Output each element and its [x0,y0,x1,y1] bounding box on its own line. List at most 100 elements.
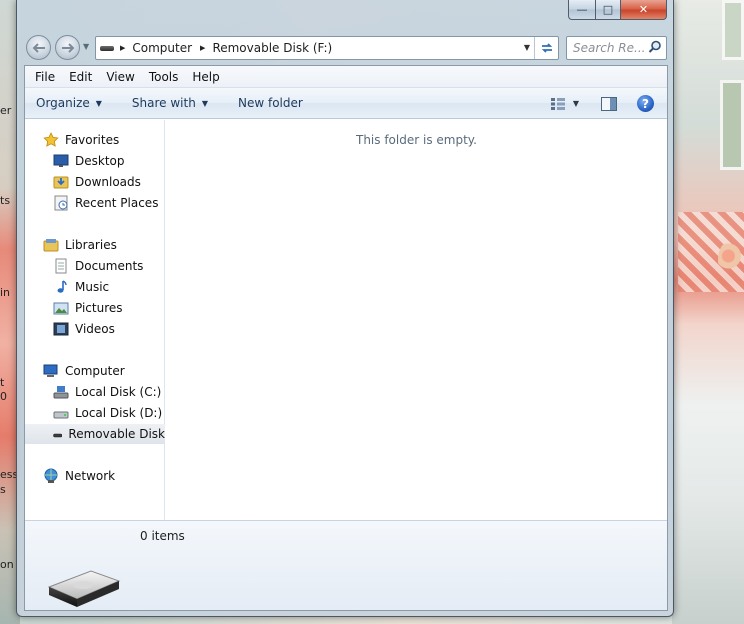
nav-item-label: Pictures [75,301,123,315]
desktop-icon-label-fragment: er [0,104,12,117]
explorer-body: Favorites Desktop Downloads Recent Place… [25,120,667,520]
nav-item-videos[interactable]: Videos [53,319,115,339]
arrow-left-icon [32,42,45,53]
desktop-icon-label-fragment: on [0,558,14,571]
nav-item-label: Music [75,280,110,294]
maximize-button[interactable]: □ [595,0,621,20]
downloads-folder-icon [53,176,69,189]
desktop-icon-label-fragment: s [0,483,6,496]
chevron-down-icon: ▼ [95,98,102,108]
nav-network-label: Network [65,469,116,483]
desktop-icon [53,154,69,167]
removable-drive-icon [53,433,63,438]
removable-drive-icon [47,570,121,607]
menu-view[interactable]: View [99,70,141,84]
desktop-icon-label-fragment: ts [0,194,11,207]
nav-item-label: Documents [75,259,144,273]
removable-drive-icon [100,45,114,51]
wall-picture [720,80,744,170]
views-icon[interactable] [550,97,565,110]
documents-icon [55,258,67,274]
videos-icon [53,322,69,336]
system-drive-icon [53,386,69,399]
nav-item-label: Desktop [75,154,125,168]
nav-item-desktop[interactable]: Desktop [53,151,125,171]
search-input[interactable]: Search Re... [566,36,667,60]
desktop-icon-label-fragment: t [0,376,5,389]
refresh-icon [541,43,552,53]
nav-item-recent-places[interactable]: Recent Places [53,193,158,213]
help-icon[interactable]: ? [637,95,654,112]
share-with-button[interactable]: Share with ▼ [132,96,208,110]
nav-item-local-disk-c[interactable]: Local Disk (C:) [53,382,161,402]
nav-item-downloads[interactable]: Downloads [53,172,141,192]
command-bar-right: ▼ ? [550,88,667,119]
nav-libraries-label: Libraries [65,238,117,252]
nav-item-label: Videos [75,322,115,336]
empty-folder-message: This folder is empty. [356,133,477,147]
close-icon: ✕ [638,3,649,16]
organize-button[interactable]: Organize ▼ [36,96,102,110]
explorer-client-area: File Edit View Tools Help Organize ▼ Shar… [24,65,668,611]
refresh-button[interactable] [534,37,558,59]
address-bar[interactable]: ▶ Computer ▶ Removable Disk (F:) ▼ [95,36,559,60]
new-folder-button[interactable]: New folder [238,96,303,110]
menu-edit[interactable]: Edit [62,70,99,84]
wall-picture [722,0,744,60]
recent-pages-dropdown[interactable]: ▼ [83,42,89,51]
search-placeholder: Search Re... [573,41,646,55]
file-list[interactable]: This folder is empty. [166,120,667,520]
breadcrumb-separator-icon[interactable]: ▶ [120,44,125,52]
caption-buttons: — □ ✕ [568,0,667,20]
desktop-icon-label-fragment: 0 [0,390,7,403]
share-with-label: Share with [131,96,196,110]
search-icon[interactable] [648,40,662,54]
flowers [718,240,744,280]
maximize-icon: □ [602,3,614,16]
nav-favorites[interactable]: Favorites [43,130,119,150]
nav-computer[interactable]: Computer [43,361,125,381]
close-button[interactable]: ✕ [621,0,667,20]
nav-network[interactable]: Network [43,466,115,486]
arrow-right-icon [61,42,74,53]
nav-item-documents[interactable]: Documents [53,256,143,276]
network-icon [44,468,58,483]
desktop-icon-label-fragment: in [0,286,11,299]
minimize-icon: — [576,3,588,16]
nav-libraries[interactable]: Libraries [43,235,117,255]
star-icon [43,132,59,147]
command-bar: Organize ▼ Share with ▼ New folder ▼ ? [25,88,667,119]
nav-item-pictures[interactable]: Pictures [53,298,123,318]
nav-item-local-disk-d[interactable]: Local Disk (D:) [53,403,162,423]
navigation-row: ▼ ▶ Computer ▶ Removable Disk (F:) ▼ Sea… [17,30,673,64]
back-button[interactable] [26,35,51,60]
hard-drive-icon [53,411,69,419]
explorer-window: — □ ✕ ▼ ▶ Computer ▶ Removable Disk (F:)… [16,0,674,617]
preview-pane-icon[interactable] [601,96,617,111]
menu-tools[interactable]: Tools [142,70,186,84]
breadcrumb-removable-disk[interactable]: Removable Disk (F:) [212,41,332,55]
nav-item-label: Recent Places [75,196,159,210]
address-history-dropdown[interactable]: ▼ [524,43,530,52]
nav-item-music[interactable]: Music [53,277,109,297]
menu-bar: File Edit View Tools Help [25,66,667,88]
details-pane: 0 items [25,520,667,610]
nav-item-label: Local Disk (C:) [75,385,162,399]
item-count: 0 items [140,529,185,543]
recent-places-icon [54,195,68,211]
computer-icon [43,364,58,377]
nav-favorites-label: Favorites [65,133,120,147]
views-dropdown[interactable]: ▼ [573,99,579,108]
menu-file[interactable]: File [28,70,62,84]
nav-computer-label: Computer [65,364,125,378]
menu-help[interactable]: Help [185,70,226,84]
nav-item-removable-disk[interactable]: Removable Disk [25,424,165,444]
nav-item-label: Downloads [75,175,141,189]
minimize-button[interactable]: — [568,0,595,20]
forward-button[interactable] [55,35,80,60]
chevron-down-icon: ▼ [201,98,208,108]
breadcrumb-computer[interactable]: Computer [132,41,192,55]
pictures-icon [53,302,69,315]
breadcrumb-separator-icon[interactable]: ▶ [200,44,205,52]
organize-label: Organize [36,96,90,110]
